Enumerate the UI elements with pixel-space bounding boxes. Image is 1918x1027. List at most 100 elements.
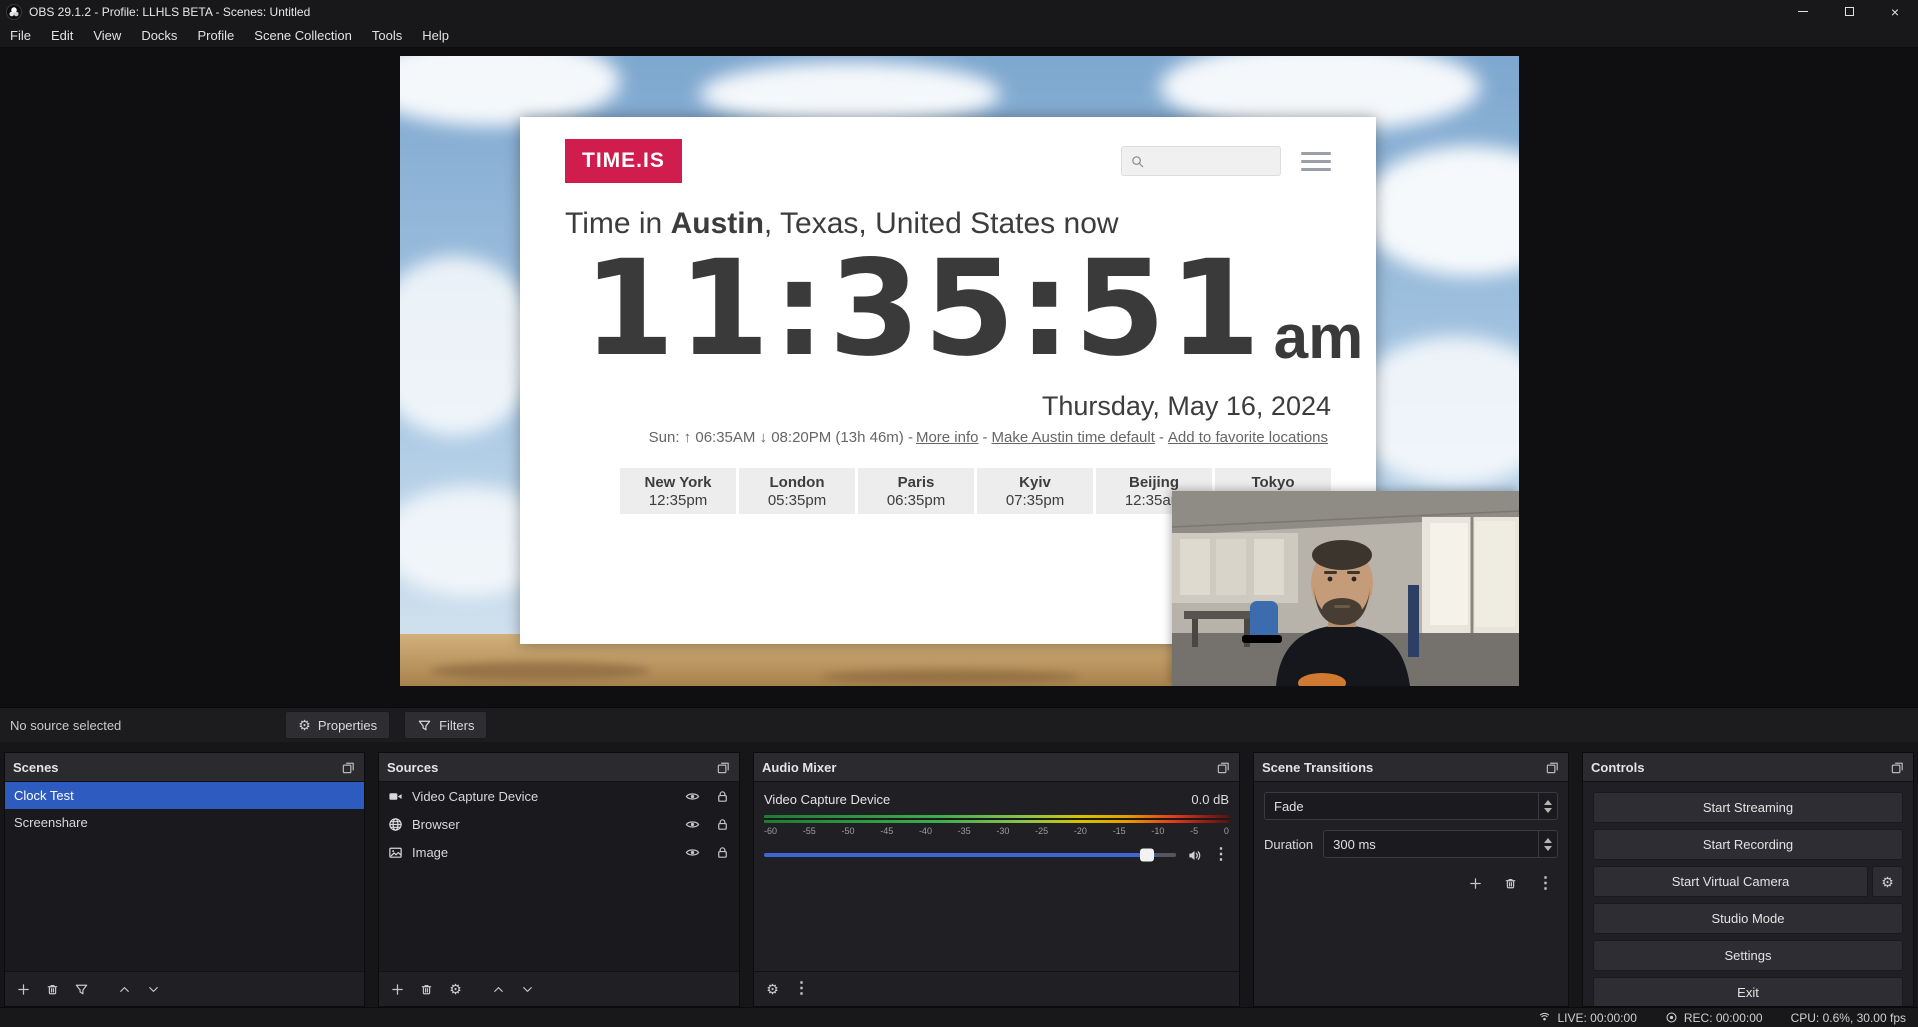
trash-icon: [419, 982, 434, 997]
city-tile: New York12:35pm: [620, 468, 736, 514]
eye-icon[interactable]: [685, 817, 700, 832]
cloud: [1360, 146, 1519, 276]
sources-header: Sources: [379, 753, 739, 782]
controls-panel: Controls Start Streaming Start Recording…: [1582, 752, 1914, 1007]
spinner-arrows[interactable]: [1538, 831, 1557, 857]
kebab-icon: ⋮: [794, 981, 810, 997]
popout-icon[interactable]: [341, 760, 356, 775]
settings-button[interactable]: Settings: [1593, 940, 1903, 971]
volume-slider[interactable]: [764, 853, 1176, 857]
trash-icon: [45, 982, 60, 997]
chevron-up-icon: [117, 982, 132, 997]
eye-icon[interactable]: [685, 789, 700, 804]
minimize-button[interactable]: [1780, 0, 1826, 23]
close-button[interactable]: ×: [1872, 0, 1918, 23]
move-scene-up-button[interactable]: [112, 977, 137, 1002]
source-toolbar: No source selected ⚙ Properties Filters: [0, 707, 1918, 742]
city-tile: Paris06:35pm: [858, 468, 974, 514]
gear-icon: ⚙: [1881, 875, 1894, 889]
remove-transition-button[interactable]: [1498, 871, 1523, 896]
volume-slider-handle[interactable]: [1140, 849, 1154, 862]
popout-icon[interactable]: [1545, 760, 1560, 775]
filter-icon: [417, 718, 432, 733]
trash-icon: [1503, 876, 1518, 891]
source-item-browser[interactable]: Browser: [379, 810, 739, 838]
rec-status: REC: 00:00:00: [1665, 1011, 1763, 1025]
select-arrows[interactable]: [1538, 793, 1557, 819]
scene-item-clock-test[interactable]: Clock Test: [5, 782, 364, 809]
popout-icon[interactable]: [716, 760, 731, 775]
webcam-source[interactable]: [1172, 491, 1519, 686]
date-text: Thursday, May 16, 2024: [565, 391, 1331, 422]
advanced-audio-button[interactable]: ⚙: [760, 977, 785, 1002]
mixer-db-value: 0.0 dB: [1191, 792, 1229, 807]
lock-icon[interactable]: [715, 817, 730, 832]
digital-clock: 11:35:51: [583, 243, 1264, 375]
clock-ampm: am: [1274, 307, 1364, 369]
move-source-down-button[interactable]: [515, 977, 540, 1002]
globe-icon: [388, 817, 403, 832]
add-source-button[interactable]: [385, 977, 410, 1002]
lock-icon[interactable]: [715, 789, 730, 804]
menu-profile[interactable]: Profile: [187, 23, 244, 47]
timeis-logo: TIME.IS: [565, 139, 682, 183]
virtual-camera-config-button[interactable]: ⚙: [1872, 866, 1903, 897]
menu-scene-collection[interactable]: Scene Collection: [244, 23, 362, 47]
obs-window: OBS 29.1.2 - Profile: LLHLS BETA - Scene…: [0, 0, 1918, 1027]
move-source-up-button[interactable]: [486, 977, 511, 1002]
live-status: LIVE: 00:00:00: [1538, 1011, 1636, 1025]
titlebar: OBS 29.1.2 - Profile: LLHLS BETA - Scene…: [0, 0, 1918, 23]
source-properties-button[interactable]: ⚙: [443, 977, 468, 1002]
source-item-video-capture[interactable]: Video Capture Device: [379, 782, 739, 810]
sources-list: Video Capture Device Browser: [379, 782, 739, 971]
menu-edit[interactable]: Edit: [41, 23, 83, 47]
obs-logo-icon: [6, 4, 22, 20]
menu-help[interactable]: Help: [412, 23, 459, 47]
remove-scene-button[interactable]: [40, 977, 65, 1002]
menu-tools[interactable]: Tools: [362, 23, 412, 47]
menu-docks[interactable]: Docks: [131, 23, 187, 47]
speaker-mute-button[interactable]: [1187, 848, 1202, 863]
duration-spinbox[interactable]: 300 ms: [1323, 830, 1558, 858]
chevron-down-icon: [520, 982, 535, 997]
eye-icon[interactable]: [685, 845, 700, 860]
remove-source-button[interactable]: [414, 977, 439, 1002]
transition-select[interactable]: Fade: [1264, 792, 1558, 820]
scene-item-screenshare[interactable]: Screenshare: [5, 809, 364, 836]
scene-transitions-header: Scene Transitions: [1254, 753, 1568, 782]
source-item-image[interactable]: Image: [379, 838, 739, 866]
scene-filters-button[interactable]: [69, 977, 94, 1002]
webcam-video: [1172, 491, 1519, 686]
mixer-options-kebab[interactable]: ⋮: [1213, 847, 1229, 863]
filter-icon: [74, 982, 89, 997]
start-recording-button[interactable]: Start Recording: [1593, 829, 1903, 860]
transition-menu-button[interactable]: ⋮: [1533, 871, 1558, 896]
exit-button[interactable]: Exit: [1593, 977, 1903, 1006]
start-streaming-button[interactable]: Start Streaming: [1593, 792, 1903, 823]
properties-button[interactable]: ⚙ Properties: [285, 711, 390, 739]
popout-icon[interactable]: [1216, 760, 1231, 775]
preview-canvas[interactable]: TIME.IS Time in Austin, Texas, United St…: [400, 56, 1519, 686]
audio-mixer-panel: Audio Mixer Video Capture Device 0.0 dB …: [753, 752, 1240, 1007]
popout-icon[interactable]: [1890, 760, 1905, 775]
mixer-menu-button[interactable]: ⋮: [789, 977, 814, 1002]
maximize-button[interactable]: [1826, 0, 1872, 23]
add-transition-button[interactable]: [1463, 871, 1488, 896]
menu-view[interactable]: View: [83, 23, 131, 47]
studio-mode-button[interactable]: Studio Mode: [1593, 903, 1903, 934]
lock-icon[interactable]: [715, 845, 730, 860]
timeis-search-box: [1121, 146, 1281, 176]
cloud: [400, 256, 540, 436]
maximize-icon: [1845, 7, 1854, 16]
scenes-list: Clock Test Screenshare: [5, 782, 364, 971]
source-status-text: No source selected: [10, 718, 121, 733]
start-virtual-camera-button[interactable]: Start Virtual Camera: [1593, 866, 1868, 897]
menu-file[interactable]: File: [0, 23, 41, 47]
clock-row: 11:35:51 am: [583, 243, 1331, 375]
minimize-icon: [1798, 11, 1808, 12]
move-scene-down-button[interactable]: [141, 977, 166, 1002]
plus-icon: [1468, 876, 1483, 891]
add-scene-button[interactable]: [11, 977, 36, 1002]
filters-button[interactable]: Filters: [404, 711, 487, 739]
menubar: File Edit View Docks Profile Scene Colle…: [0, 23, 1918, 48]
